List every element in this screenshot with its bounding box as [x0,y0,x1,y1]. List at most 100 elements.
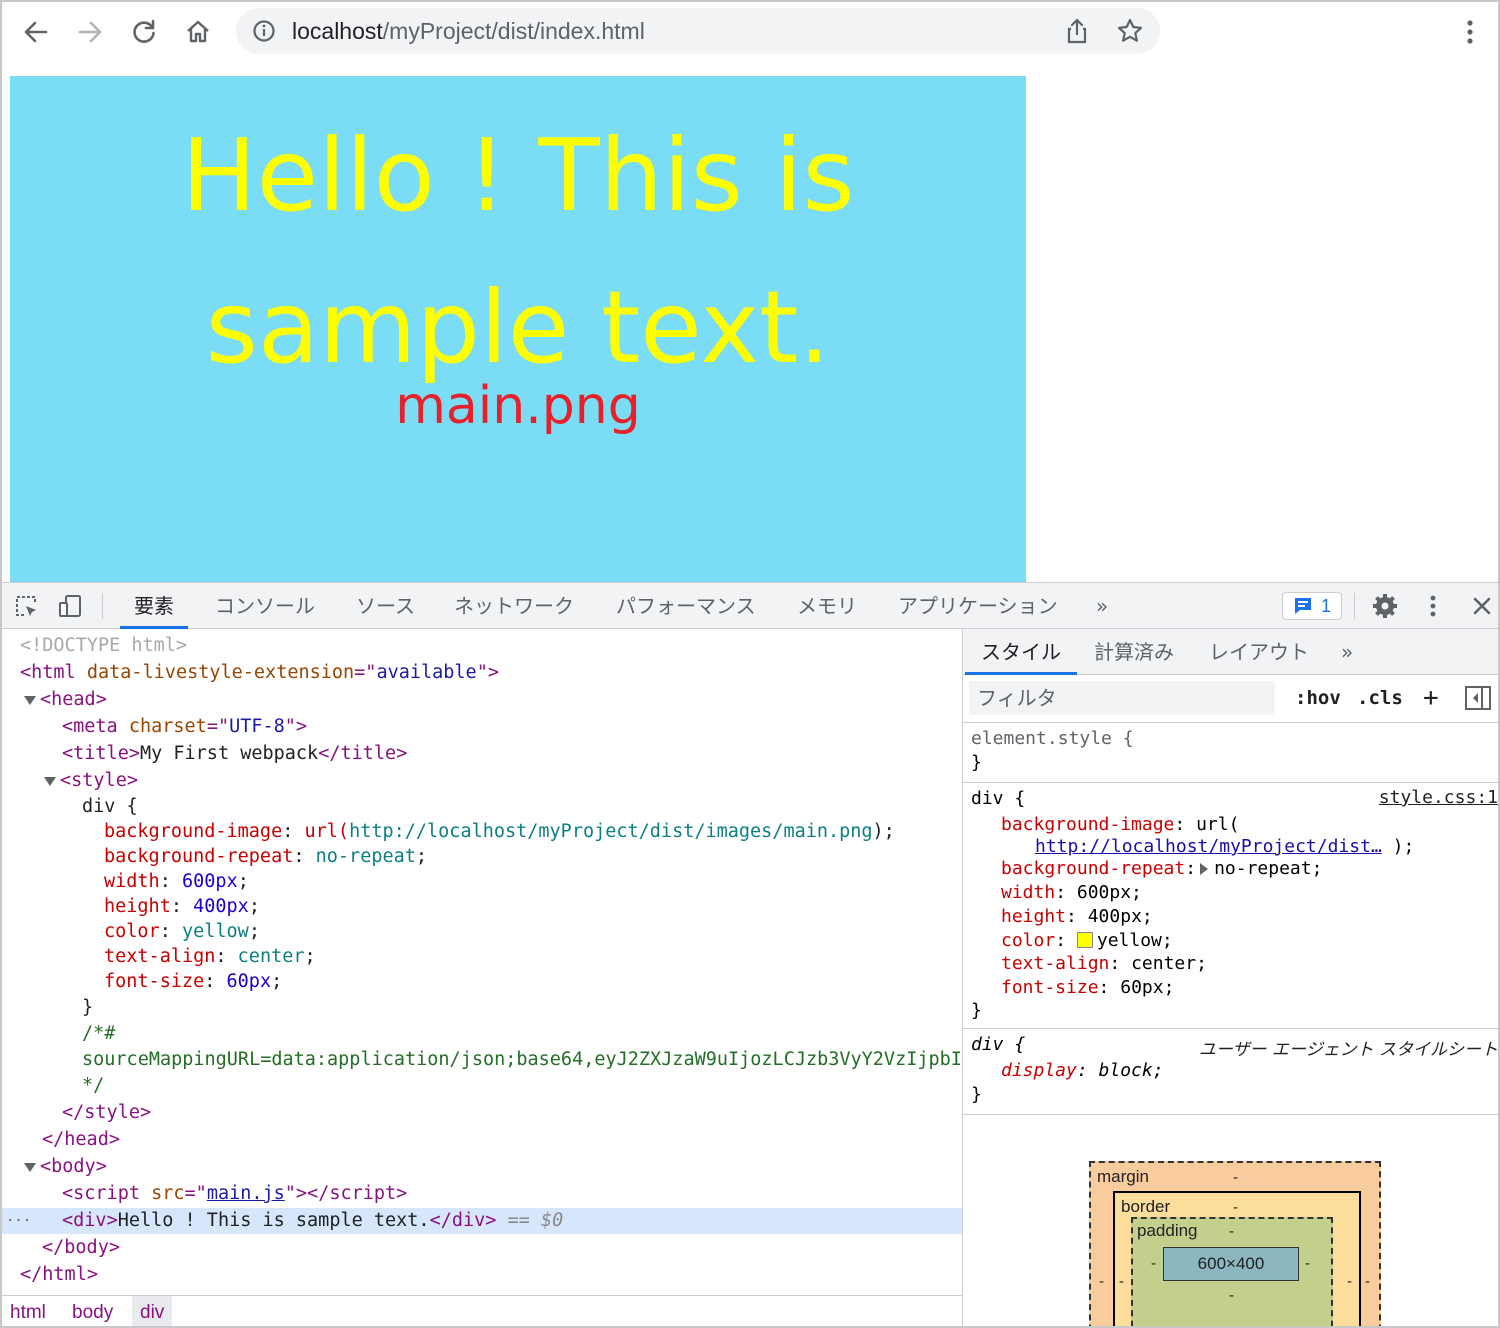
home-button[interactable] [176,10,220,54]
styles-tab-bar: スタイル 計算済み レイアウト » [963,629,1498,675]
tree-head-close[interactable]: </head> [2,1127,962,1153]
address-bar[interactable]: localhost/myProject/dist/index.html [236,8,1160,54]
tree-css-rule: background-repeat: no-repeat; [104,846,428,867]
page-viewport: Hello ! This is sample text. main.png [2,60,1498,582]
tree-css-close: } [82,997,94,1018]
browser-window: localhost/myProject/dist/index.html Hell… [0,0,1500,1328]
breadcrumb: html body div [2,1295,962,1326]
tab-styles[interactable]: スタイル [965,629,1077,675]
tab-computed[interactable]: 計算済み [1094,629,1174,675]
tree-css-rule: color: yellow; [104,921,260,942]
box-model-margin[interactable]: margin - - - border - - - padding - - - … [1089,1161,1381,1326]
collapse-triangle-icon[interactable] [44,776,56,786]
elements-tree: <!DOCTYPE html> <html data-livestyle-ext… [2,629,962,1295]
tree-div-selected[interactable]: ··· <div>Hello ! This is sample text.</d… [2,1208,962,1234]
tab-layout[interactable]: レイアウト [1209,629,1309,675]
tree-title[interactable]: <title>My First webpack</title> [2,741,962,767]
tree-comment-open: /*# [82,1023,116,1044]
tab-network[interactable]: ネットワーク [454,583,574,629]
tree-doctype[interactable]: <!DOCTYPE html> [2,633,962,659]
toggle-sidebar-icon[interactable] [1465,686,1491,715]
devtools-menu-icon[interactable] [1419,592,1447,620]
tab-elements[interactable]: 要素 [120,583,188,629]
tree-body-close[interactable]: </body> [2,1235,962,1261]
reload-icon [133,19,155,43]
tree-css-rule: width: 600px; [104,871,249,892]
share-icon[interactable] [1064,17,1090,50]
breadcrumb-html[interactable]: html [2,1296,54,1326]
tree-css-rule: font-size: 60px; [104,971,283,992]
tree-css-rule: text-align: center; [104,946,316,967]
stylesheet-link[interactable]: style.css:1 [1379,787,1498,808]
tab-application[interactable]: アプリケーション [898,583,1058,629]
browser-toolbar: localhost/myProject/dist/index.html [2,2,1498,60]
breadcrumb-body[interactable]: body [64,1296,121,1326]
browser-menu-button[interactable] [1448,10,1492,54]
tree-css-rule: background-image: url(http://localhost/m… [104,821,895,842]
more-tabs-chevron-icon[interactable]: » [1096,583,1108,629]
bookmark-star-icon[interactable] [1116,17,1144,50]
collapse-triangle-icon[interactable] [24,695,36,705]
tree-html-open[interactable]: <html data-livestyle-extension="availabl… [2,660,962,686]
styles-filter-input[interactable] [969,681,1275,715]
more-dots-icon[interactable]: ··· [6,1208,31,1234]
breadcrumb-div[interactable]: div [132,1296,173,1326]
tree-css-selector: div { [82,796,138,817]
new-rule-plus-icon[interactable]: + [1423,683,1439,713]
devtools-panel: 要素 コンソール ソース ネットワーク パフォーマンス メモリ アプリケーション… [2,582,1498,1326]
tree-head-open[interactable]: <head> [2,687,962,713]
forward-button[interactable] [68,10,112,54]
back-button[interactable] [14,10,58,54]
site-info-icon[interactable] [252,19,276,48]
tree-body-open[interactable]: <body> [2,1154,962,1180]
tab-console[interactable]: コンソール [215,583,315,629]
device-toolbar-icon[interactable] [56,592,84,620]
back-arrow-icon [24,21,48,43]
tree-comment-body: sourceMappingURL=data:application/json;b… [82,1049,962,1070]
script-src-link[interactable]: main.js [207,1183,285,1204]
tree-meta[interactable]: <meta charset="UTF-8"> [2,714,962,740]
tree-style-open[interactable]: <style> [2,768,962,794]
close-devtools-icon[interactable] [1468,592,1496,620]
tab-performance[interactable]: パフォーマンス [616,583,756,629]
inspect-element-icon[interactable] [12,592,40,620]
more-panes-chevron-icon[interactable]: » [1341,629,1353,675]
box-model-padding[interactable]: padding - - - - 600×400 [1131,1217,1333,1326]
devtools-tab-bar: 要素 コンソール ソース ネットワーク パフォーマンス メモリ アプリケーション… [2,583,1498,629]
sample-text: Hello ! This is sample text. [10,100,1026,404]
styles-pane: スタイル 計算済み レイアウト » :hov .cls + element.st… [963,629,1498,1326]
background-image-label: main.png [395,376,641,436]
expand-triangle-icon[interactable] [1200,863,1209,875]
reload-button[interactable] [122,10,166,54]
cls-toggle[interactable]: .cls [1357,683,1403,713]
tree-comment-close: */ [82,1075,105,1096]
settings-gear-icon[interactable] [1371,592,1399,620]
tree-style-close[interactable]: </style> [2,1100,962,1126]
sample-div[interactable]: Hello ! This is sample text. main.png [10,76,1026,582]
issues-badge[interactable]: 1 [1282,592,1342,620]
kebab-menu-icon [1467,20,1473,44]
element-style-rule[interactable]: element.style { } [963,723,1498,783]
tree-script[interactable]: <script src="main.js"></script> [2,1181,962,1207]
home-icon [187,20,209,43]
user-agent-style-rule[interactable]: div { ユーザー エージェント スタイルシート display: block… [963,1029,1498,1115]
issues-count: 1 [1320,595,1331,616]
forward-arrow-icon [78,21,102,43]
styles-filter-bar: :hov .cls + [963,675,1498,723]
message-icon [1294,598,1311,614]
tab-memory[interactable]: メモリ [797,583,857,629]
sample-text-line-1: Hello ! This is [181,117,855,234]
div-style-rule[interactable]: div { style.css:1 background-image: url(… [963,783,1498,1029]
tree-css-rule: height: 400px; [104,896,260,917]
box-model-content[interactable]: 600×400 [1163,1247,1299,1281]
color-swatch[interactable] [1076,932,1093,948]
toolbar-separator [1354,593,1355,619]
tree-html-close[interactable]: </html> [2,1262,962,1288]
background-url-link[interactable]: http://localhost/myProject/dist… [1035,836,1382,857]
box-model-border[interactable]: border - - - padding - - - - 600×400 [1113,1191,1361,1326]
toolbar-separator [102,593,103,619]
hov-toggle[interactable]: :hov [1295,683,1341,713]
collapse-triangle-icon[interactable] [24,1162,36,1172]
tab-sources[interactable]: ソース [356,583,415,629]
url-text[interactable]: localhost/myProject/dist/index.html [292,18,645,45]
